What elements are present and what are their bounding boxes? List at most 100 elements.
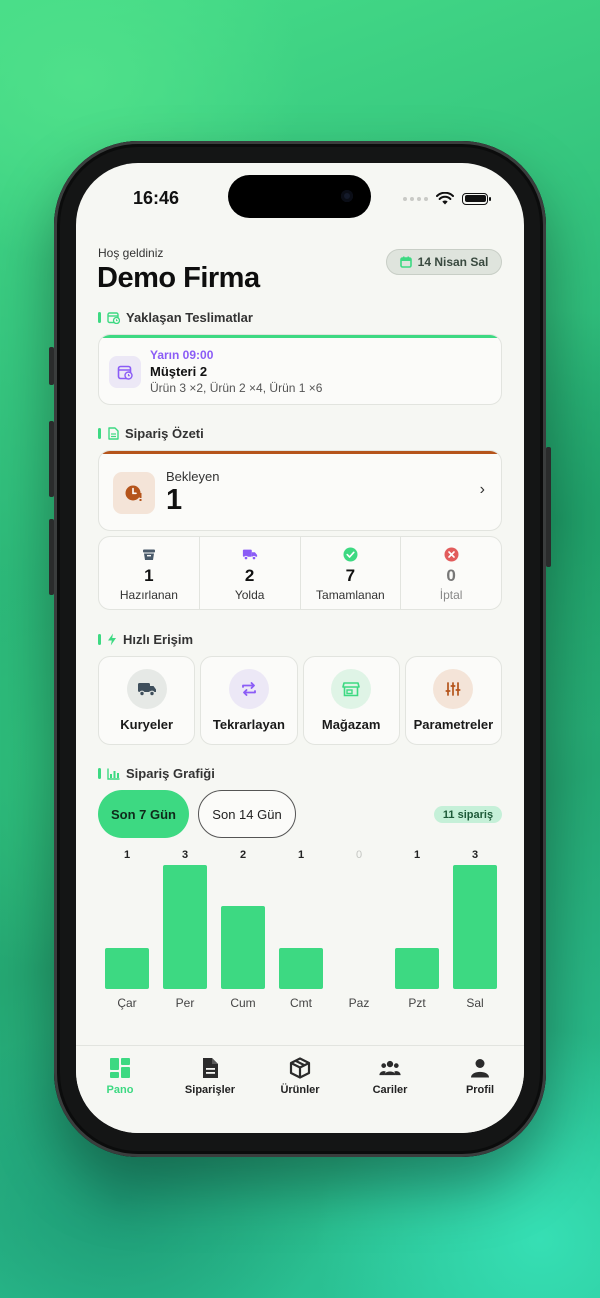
wifi-icon (436, 192, 454, 205)
chart-column: 3 Sal (446, 843, 504, 1013)
stat-on-the-way-count: 2 (244, 566, 255, 585)
pending-orders-card[interactable]: Bekleyen 1 › (98, 450, 502, 531)
chart-bar (453, 865, 497, 989)
signal-icon (403, 196, 428, 201)
chart-category-label: Sal (466, 996, 484, 1010)
calendar-icon (399, 256, 412, 268)
quick-couriers-button[interactable]: Kuryeler (98, 656, 196, 745)
phone-action-button (49, 347, 54, 385)
date-chip[interactable]: 14 Nisan Sal (386, 249, 502, 275)
section-order-chart: Sipariş Grafiği (98, 766, 215, 781)
chart-value-label: 3 (181, 849, 189, 861)
delivery-time: Yarın 09:00 (150, 348, 214, 362)
x-circle-icon (443, 546, 459, 562)
chart-value-label: 0 (355, 849, 363, 861)
chart-bar (395, 948, 439, 989)
phone-volume-down (49, 519, 54, 595)
stat-on-the-way[interactable]: 2 Yolda (200, 537, 301, 609)
clock-alert-icon (113, 472, 155, 514)
section-order-summary: Sipariş Özeti (98, 426, 204, 441)
quick-access-grid: Kuryeler Tekrarlayan Mağazam Parametrele… (98, 656, 502, 745)
tab-profile-label: Profil (465, 1084, 495, 1096)
company-name: Demo Firma (97, 262, 260, 294)
tab-orders-label: Siparişler (184, 1084, 236, 1096)
section-quick-access: Hızlı Erişim (98, 632, 193, 647)
quick-parameters-label: Parametreler (413, 717, 494, 732)
chart-bar (163, 865, 207, 989)
status-indicators (403, 192, 491, 205)
chart-category-label: Per (175, 996, 195, 1010)
chart-value-label: 1 (123, 849, 131, 861)
quick-parameters-button[interactable]: Parametreler (404, 656, 502, 745)
calendar-clock-icon (107, 312, 120, 324)
tab-dashboard[interactable]: Pano (76, 1046, 165, 1106)
chart-bar (221, 906, 265, 989)
box-icon (289, 1057, 311, 1079)
tab-orders[interactable]: Siparişler (165, 1046, 255, 1106)
tab-accounts[interactable]: Cariler (345, 1046, 435, 1106)
quick-couriers-label: Kuryeler (120, 717, 173, 732)
stat-completed-count: 7 (345, 566, 356, 585)
stat-preparing-label: Hazırlanan (119, 588, 178, 602)
chart-value-label: 1 (297, 849, 305, 861)
dashboard-icon (109, 1057, 131, 1079)
delivery-items: Ürün 3 ×2, Ürün 2 ×4, Ürün 1 ×6 (150, 381, 323, 395)
chart-category-label: Cum (230, 996, 256, 1010)
quick-my-store-label: Mağazam (321, 717, 381, 732)
stat-completed-label: Tamamlanan (316, 588, 385, 602)
lightning-icon (108, 633, 116, 646)
truck-icon (126, 669, 167, 709)
stat-preparing[interactable]: 1 Hazırlanan (99, 537, 200, 609)
chevron-right-icon: › (479, 481, 485, 498)
order-stats: 1 Hazırlanan 2 Yolda 7 Tamamlanan 0 İpta… (98, 536, 502, 610)
section-deliveries: Yaklaşan Teslimatlar (98, 310, 253, 325)
range-14-days-button[interactable]: Son 14 Gün (198, 790, 296, 838)
person-icon (469, 1057, 491, 1079)
bar-chart-icon (107, 768, 120, 780)
stat-cancelled-count: 0 (446, 566, 456, 585)
document-icon (108, 427, 119, 440)
date-label: 14 Nisan Sal (417, 255, 489, 269)
document-icon (199, 1057, 221, 1079)
delivery-customer: Müşteri 2 (150, 364, 208, 379)
phone-volume-up (49, 421, 54, 497)
chart-column: 1 Cmt (272, 843, 330, 1013)
repeat-icon (228, 669, 269, 709)
battery-icon (462, 192, 491, 205)
truck-icon (242, 546, 258, 562)
chart-category-label: Paz (348, 996, 370, 1010)
tab-accounts-label: Cariler (372, 1084, 408, 1096)
stat-cancelled[interactable]: 0 İptal (401, 537, 501, 609)
sliders-icon (433, 669, 474, 709)
quick-my-store-button[interactable]: Mağazam (302, 656, 400, 745)
quick-recurring-button[interactable]: Tekrarlayan (200, 656, 298, 745)
stat-on-the-way-label: Yolda (234, 588, 265, 602)
chart-value-label: 3 (471, 849, 479, 861)
check-circle-icon (342, 546, 358, 562)
tab-dashboard-label: Pano (106, 1084, 134, 1096)
chart-column: 0 Paz (330, 843, 388, 1013)
phone-power-button (546, 447, 551, 567)
bottom-tab-bar: Pano Siparişler Ürünler Cariler Profil (76, 1045, 524, 1133)
tab-products[interactable]: Ürünler (255, 1046, 345, 1106)
chart-column: 1 Çar (98, 843, 156, 1013)
tab-profile[interactable]: Profil (435, 1046, 524, 1106)
chart-category-label: Çar (117, 996, 137, 1010)
dynamic-island (228, 175, 371, 218)
section-quick-access-title: Hızlı Erişim (123, 632, 194, 647)
order-bar-chart: 1 Çar 3 Per 2 Cum 1 Cmt 0 Paz 1 Pzt 3 Sal (98, 843, 502, 1013)
quick-recurring-label: Tekrarlayan (212, 717, 285, 732)
stat-preparing-count: 1 (144, 566, 154, 585)
delivery-card[interactable]: Yarın 09:00 Müşteri 2 Ürün 3 ×2, Ürün 2 … (98, 334, 502, 405)
users-icon (379, 1057, 401, 1079)
chart-value-label: 2 (239, 849, 247, 861)
chart-bar (105, 948, 149, 989)
store-icon (331, 669, 372, 709)
section-order-summary-title: Sipariş Özeti (125, 426, 204, 441)
calendar-clock-icon (109, 356, 141, 388)
chart-value-label: 1 (413, 849, 421, 861)
stat-completed[interactable]: 7 Tamamlanan (301, 537, 402, 609)
basket-icon (141, 546, 157, 562)
tab-products-label: Ürünler (280, 1084, 320, 1096)
range-7-days-button[interactable]: Son 7 Gün (98, 790, 189, 838)
